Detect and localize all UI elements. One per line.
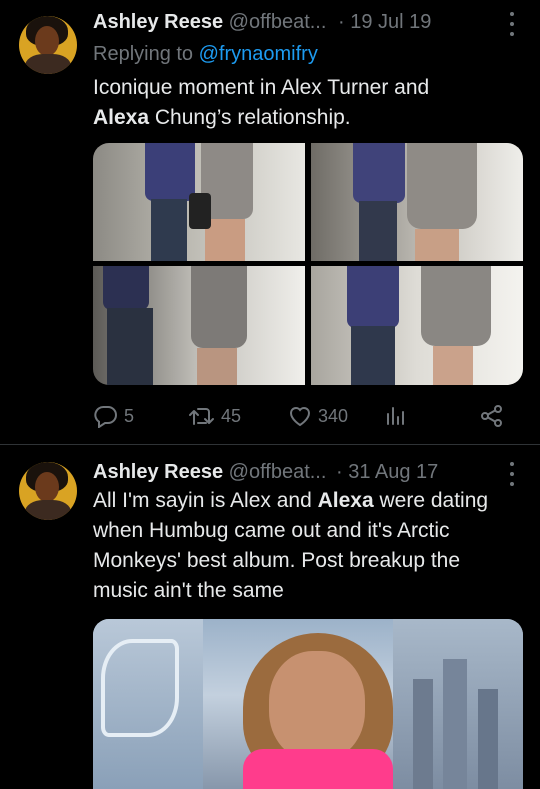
text-segment: were dating xyxy=(373,489,489,512)
text-segment: when Humbug came out and it's Arctic xyxy=(93,519,450,542)
tweet-image[interactable] xyxy=(93,619,523,789)
photo-2[interactable] xyxy=(311,143,523,261)
separator: · xyxy=(337,11,345,33)
tweet-actions: 5 45 340 xyxy=(93,402,513,430)
views-button[interactable] xyxy=(385,402,407,430)
tweet-date[interactable]: 19 Jul 19 xyxy=(350,11,431,33)
replying-to-label: Replying to xyxy=(93,43,199,65)
tweet-header: Ashley Reese @offbeat... · 19 Jul 19 xyxy=(93,8,431,36)
reply-icon xyxy=(93,404,119,428)
photo-4[interactable] xyxy=(311,266,523,385)
retweet-button[interactable]: 45 xyxy=(188,402,241,430)
more-icon[interactable] xyxy=(510,460,516,488)
media-grid[interactable] xyxy=(93,143,523,385)
photo-1[interactable] xyxy=(93,143,305,261)
like-button[interactable]: 340 xyxy=(287,402,348,430)
tweet-text: Iconique moment in Alex Turner and Alexa… xyxy=(93,73,533,133)
replying-to-handle[interactable]: @frynaomifry xyxy=(199,43,318,65)
author-handle[interactable]: @offbeat... xyxy=(229,11,327,33)
author-handle[interactable]: @offbeat... xyxy=(229,461,327,483)
avatar[interactable] xyxy=(19,16,77,74)
like-count: 340 xyxy=(318,405,349,426)
views-icon xyxy=(385,404,407,428)
separator: · xyxy=(335,461,343,483)
author-name[interactable]: Ashley Reese xyxy=(93,461,223,483)
tweet-text: All I'm sayin is Alex and Alexa were dat… xyxy=(93,486,533,606)
highlighted-term: Alexa xyxy=(93,106,150,129)
text-segment: Monkeys' best album. Post breakup the xyxy=(93,549,461,572)
share-icon xyxy=(479,404,505,428)
text-segment: Iconique moment in Alex Turner and xyxy=(93,76,430,99)
tweet-date[interactable]: 31 Aug 17 xyxy=(348,461,438,483)
more-icon[interactable] xyxy=(510,10,516,38)
replying-to: Replying to @frynaomifry xyxy=(93,40,318,68)
highlighted-term: Alexa xyxy=(317,489,374,512)
author-name[interactable]: Ashley Reese xyxy=(93,11,223,33)
text-segment: Chung’s relationship. xyxy=(149,106,351,129)
tweet[interactable]: Ashley Reese @offbeat... · 19 Jul 19 Rep… xyxy=(0,0,540,445)
retweet-count: 45 xyxy=(221,405,242,426)
tweet-header: Ashley Reese @offbeat... · 31 Aug 17 xyxy=(93,458,438,486)
text-segment: music ain't the same xyxy=(93,579,284,602)
text-segment: All I'm sayin is Alex and xyxy=(93,489,318,512)
retweet-icon xyxy=(188,404,216,428)
reply-button[interactable]: 5 xyxy=(93,402,134,430)
photo-3[interactable] xyxy=(93,266,305,385)
like-icon xyxy=(287,404,313,428)
avatar[interactable] xyxy=(19,462,77,520)
reply-count: 5 xyxy=(124,405,135,426)
share-button[interactable] xyxy=(479,402,505,430)
